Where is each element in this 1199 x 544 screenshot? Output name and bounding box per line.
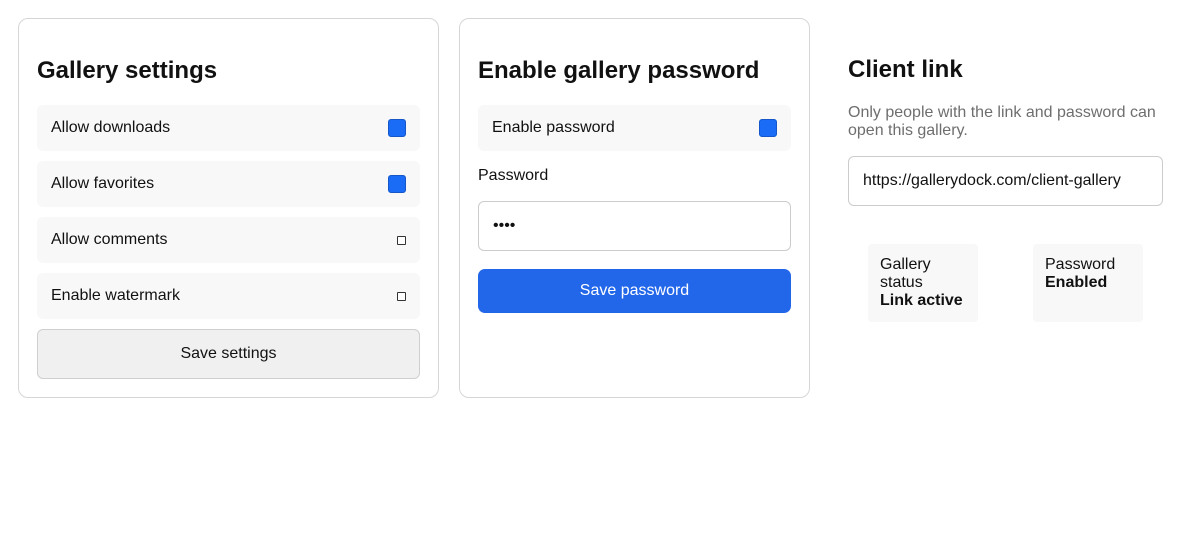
checkbox-checked[interactable]: [388, 175, 406, 193]
gallery-settings-panel: Gallery settings Allow downloads Allow f…: [18, 18, 439, 398]
client-link-description: Only people with the link and password c…: [848, 104, 1156, 139]
save-password-button[interactable]: Save password: [478, 269, 791, 313]
client-link-title: Client link: [848, 56, 963, 83]
stat-label: Password: [1045, 256, 1116, 273]
toggle-row-allow-comments[interactable]: Allow comments: [37, 217, 420, 263]
password-input[interactable]: [478, 201, 791, 251]
gallery-settings-title: Gallery settings: [37, 57, 218, 84]
toggle-row-allow-downloads[interactable]: Allow downloads: [37, 105, 420, 151]
toggle-label: Enable password: [492, 119, 615, 136]
stat-value: Link active: [880, 292, 963, 309]
client-link-input[interactable]: [848, 156, 1163, 206]
gallery-status-card: Gallery status Link active: [868, 244, 978, 322]
checkbox-unchecked[interactable]: [397, 236, 406, 245]
checkbox-checked[interactable]: [759, 119, 777, 137]
toggle-row-allow-favorites[interactable]: Allow favorites: [37, 161, 420, 207]
checkbox-checked[interactable]: [388, 119, 406, 137]
stat-value: Enabled: [1045, 274, 1108, 291]
password-label: Password: [478, 167, 549, 184]
gallery-password-panel: Enable gallery password Enable password …: [459, 18, 810, 398]
save-settings-button[interactable]: Save settings: [37, 329, 420, 379]
checkbox-unchecked[interactable]: [397, 292, 406, 301]
password-status-card: Password Enabled: [1033, 244, 1143, 322]
stat-label: Gallery status: [880, 256, 931, 291]
toggle-row-enable-watermark[interactable]: Enable watermark: [37, 273, 420, 319]
gallery-password-title: Enable gallery password: [478, 57, 760, 84]
client-link-section: Client link Only people with the link an…: [830, 18, 1182, 398]
toggle-label: Enable watermark: [51, 287, 180, 304]
toggle-row-enable-password[interactable]: Enable password: [478, 105, 791, 151]
toggle-label: Allow comments: [51, 231, 168, 248]
toggle-label: Allow downloads: [51, 119, 171, 136]
toggle-label: Allow favorites: [51, 175, 155, 192]
